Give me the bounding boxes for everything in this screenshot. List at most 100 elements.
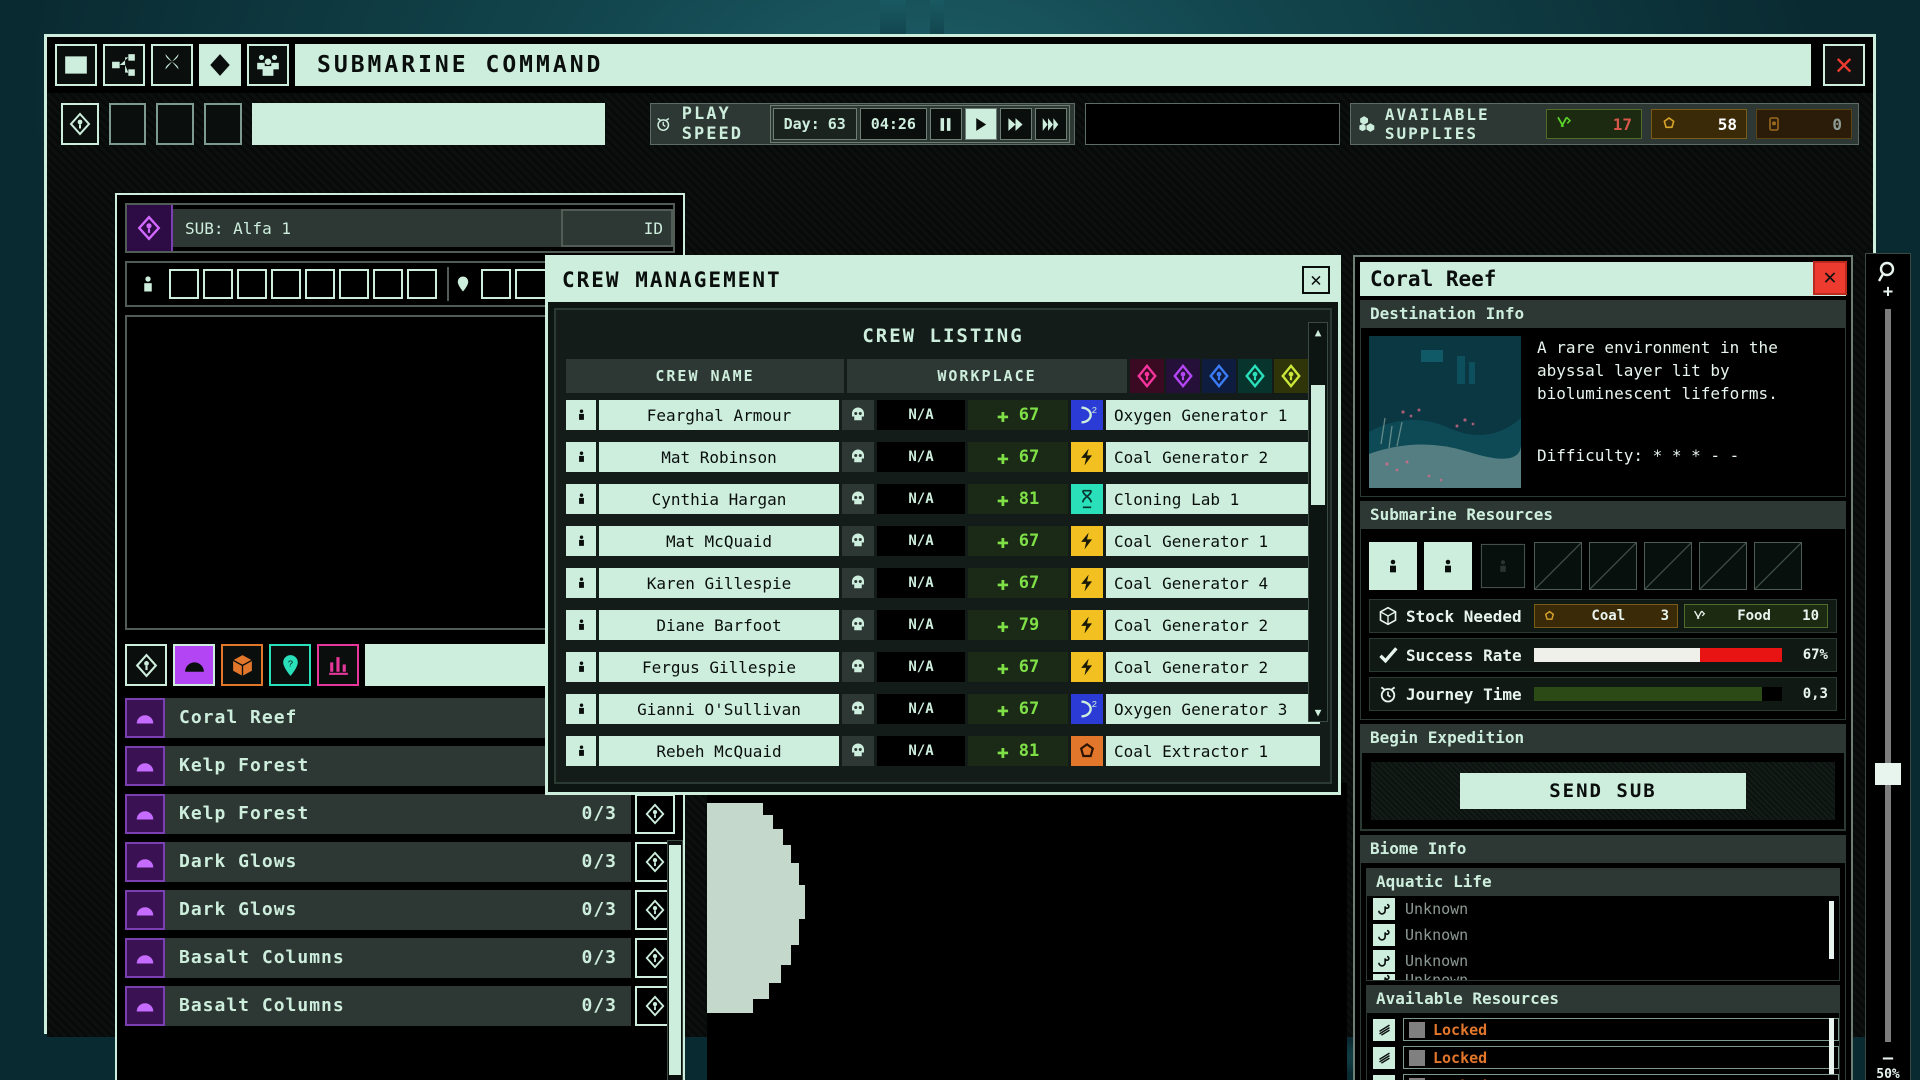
- submarine-resource-slot[interactable]: [1754, 542, 1802, 590]
- attr-lime-icon[interactable]: [1274, 359, 1308, 393]
- close-icon[interactable]: ✕: [1813, 261, 1847, 295]
- topbar-slot-1[interactable]: [108, 103, 147, 145]
- biome-list-item[interactable]: Dark Glows 0/3: [125, 840, 675, 883]
- biome-name-field[interactable]: Kelp Forest 0/3: [165, 793, 631, 834]
- close-icon[interactable]: ✕: [1302, 266, 1330, 294]
- crew-row[interactable]: Mat McQuaid N/A ✚ 67 Coal Generator 1: [566, 525, 1320, 557]
- biome-name-field[interactable]: Coral Reef: [165, 697, 570, 738]
- submarine-resource-slot[interactable]: [1699, 542, 1747, 590]
- crew-workplace[interactable]: Coal Generator 1: [1106, 526, 1320, 556]
- zoom-slider-thumb[interactable]: [1875, 763, 1901, 786]
- biome-list-item[interactable]: Dark Glows 0/3: [125, 888, 675, 931]
- crew-workplace[interactable]: Coal Generator 4: [1106, 568, 1320, 598]
- crew-workplace[interactable]: Coal Generator 2: [1106, 610, 1320, 640]
- aquatic-life-item[interactable]: Unknown: [1367, 948, 1839, 974]
- crew-workplace[interactable]: Coal Generator 2: [1106, 652, 1320, 682]
- attr-teal-icon[interactable]: [1238, 359, 1272, 393]
- tab-location[interactable]: [125, 644, 167, 686]
- scroll-thumb[interactable]: [1311, 385, 1325, 505]
- crew-row[interactable]: Cynthia Hargan N/A ✚ 81 Cloning Lab 1: [566, 483, 1320, 515]
- crew-row[interactable]: Fearghal Armour N/A ✚ 67 2 Oxygen Generator 1: [566, 399, 1320, 431]
- search-icon[interactable]: [1876, 260, 1900, 284]
- crew-name[interactable]: Mat Robinson: [599, 442, 839, 472]
- available-resource-box[interactable]: Locked: [1403, 1046, 1839, 1069]
- biome-list-item[interactable]: Basalt Columns 0/3: [125, 984, 675, 1027]
- submarine-resource-slot[interactable]: [1369, 542, 1417, 590]
- crew-slot[interactable]: [237, 269, 267, 299]
- crew-slot[interactable]: [305, 269, 335, 299]
- attr-purple-icon[interactable]: [1166, 359, 1200, 393]
- map-pin-icon[interactable]: [199, 44, 241, 86]
- close-icon[interactable]: ✕: [1823, 44, 1865, 86]
- fast-forward-button[interactable]: [999, 108, 1032, 140]
- pause-button[interactable]: [929, 108, 962, 140]
- dna-icon[interactable]: [151, 44, 193, 86]
- aquatic-life-scrollbar[interactable]: [1829, 901, 1834, 959]
- biome-name-field[interactable]: Basalt Columns 0/3: [165, 937, 631, 978]
- crew-row[interactable]: Rebeh McQuaid N/A ✚ 81 Coal Extractor 1: [566, 735, 1320, 767]
- crew-workplace[interactable]: Cloning Lab 1: [1106, 484, 1320, 514]
- destination-slot[interactable]: [481, 269, 511, 299]
- scroll-down-icon[interactable]: ▼: [1311, 705, 1325, 719]
- submarine-resource-slot[interactable]: [1424, 542, 1472, 590]
- crew-name[interactable]: Gianni O'Sullivan: [599, 694, 839, 724]
- biome-list-item[interactable]: Kelp Forest 0/3: [125, 792, 675, 835]
- crew-slot[interactable]: [169, 269, 199, 299]
- topbar-slot-2[interactable]: [156, 103, 194, 145]
- crew-row[interactable]: Karen Gillespie N/A ✚ 67 Coal Generator 4: [566, 567, 1320, 599]
- crew-name[interactable]: Rebeh McQuaid: [599, 736, 839, 766]
- available-resource-box[interactable]: Locked: [1403, 1074, 1839, 1080]
- crew-workplace[interactable]: Coal Generator 2: [1106, 442, 1320, 472]
- mail-icon[interactable]: [55, 44, 97, 86]
- submarine-resource-slot[interactable]: [1589, 542, 1637, 590]
- attr-pink-icon[interactable]: [1130, 359, 1164, 393]
- ultra-speed-button[interactable]: [1034, 108, 1067, 140]
- biome-name-field[interactable]: Dark Glows 0/3: [165, 841, 631, 882]
- crew-workplace[interactable]: Oxygen Generator 1: [1106, 400, 1320, 430]
- biome-goto-icon[interactable]: [635, 793, 675, 834]
- zoom-out-button[interactable]: –: [1883, 1050, 1893, 1067]
- crew-row[interactable]: Mat Robinson N/A ✚ 67 Coal Generator 2: [566, 441, 1320, 473]
- submarine-resource-slot[interactable]: [1534, 542, 1582, 590]
- crew-name[interactable]: Mat McQuaid: [599, 526, 839, 556]
- network-icon[interactable]: [103, 44, 145, 86]
- aquatic-life-item[interactable]: Unknown: [1367, 922, 1839, 948]
- crew-slot[interactable]: [203, 269, 233, 299]
- sub-row[interactable]: SUB: Alfa 1 ID: [125, 203, 675, 253]
- crew-slot[interactable]: [373, 269, 403, 299]
- crew-slot[interactable]: [271, 269, 301, 299]
- crew-icon[interactable]: [247, 44, 289, 86]
- biome-name-field[interactable]: Dark Glows 0/3: [165, 889, 631, 930]
- aquatic-life-item[interactable]: Unknown: [1367, 896, 1839, 922]
- zoom-slider-track[interactable]: [1875, 309, 1901, 1042]
- tab-biomes[interactable]: [173, 644, 215, 686]
- crew-name[interactable]: Fergus Gillespie: [599, 652, 839, 682]
- crew-name[interactable]: Diane Barfoot: [599, 610, 839, 640]
- available-resource-item[interactable]: Locked: [1367, 1045, 1839, 1070]
- biome-list-item[interactable]: Basalt Columns 0/3: [125, 936, 675, 979]
- crew-workplace[interactable]: Oxygen Generator 3: [1106, 694, 1320, 724]
- crew-slot[interactable]: [339, 269, 369, 299]
- available-resource-item[interactable]: Locked: [1367, 1017, 1839, 1042]
- crew-workplace[interactable]: Coal Extractor 1: [1106, 736, 1320, 766]
- submarine-resource-slot[interactable]: [1480, 543, 1526, 589]
- crew-row[interactable]: Gianni O'Sullivan N/A ✚ 67 2 Oxygen Generator…: [566, 693, 1320, 725]
- region-pin-icon[interactable]: [61, 103, 99, 145]
- available-resources-scrollbar[interactable]: [1829, 1018, 1834, 1074]
- available-resource-box[interactable]: Locked: [1403, 1018, 1839, 1041]
- attr-blue-icon[interactable]: [1202, 359, 1236, 393]
- submarine-resource-slot[interactable]: [1644, 542, 1692, 590]
- crew-list-scrollbar[interactable]: ▲ ▼: [1308, 322, 1328, 722]
- biome-name-field[interactable]: Basalt Columns 0/3: [165, 985, 631, 1026]
- tab-stats[interactable]: [317, 644, 359, 686]
- aquatic-life-item[interactable]: Unknown: [1367, 974, 1839, 980]
- crew-slot[interactable]: [407, 269, 437, 299]
- available-resource-item[interactable]: Locked: [1367, 1073, 1839, 1080]
- biome-list-scrollbar[interactable]: [667, 840, 683, 1080]
- crew-name[interactable]: Cynthia Hargan: [599, 484, 839, 514]
- play-button[interactable]: [964, 108, 997, 140]
- tab-discovery[interactable]: ?: [269, 644, 311, 686]
- crew-row[interactable]: Diane Barfoot N/A ✚ 79 Coal Generator 2: [566, 609, 1320, 641]
- biome-list-item[interactable]: Coral Reef: [125, 696, 570, 739]
- tab-cargo[interactable]: [221, 644, 263, 686]
